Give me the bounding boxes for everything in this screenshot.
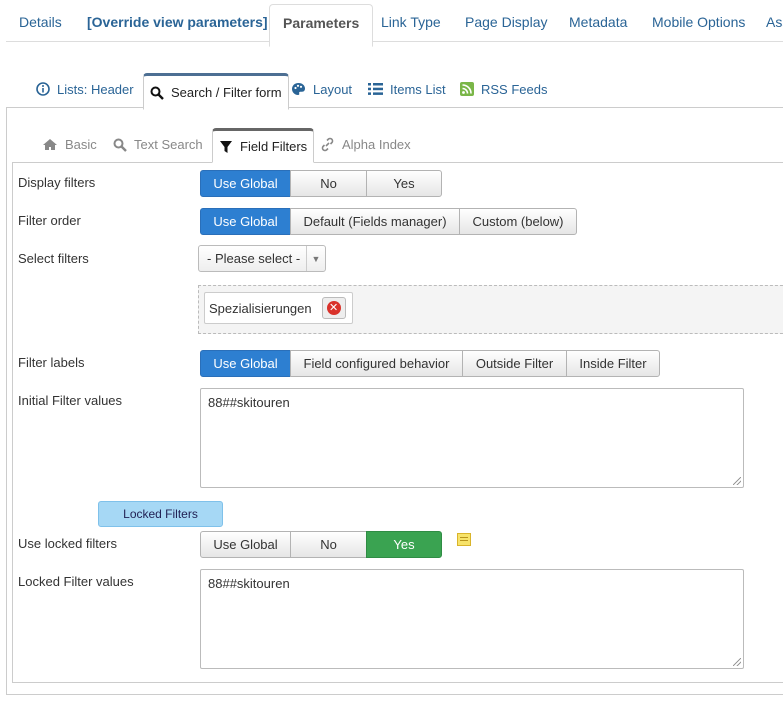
filter-sub-tab-bar: Basic Text Search Field Filters Alpha In… <box>12 128 783 163</box>
display-filters-no-button[interactable]: No <box>290 170 367 197</box>
main-tab-bar: Details [Override view parameters] Param… <box>6 0 783 47</box>
initial-filter-values-text: 88##skitouren <box>208 395 290 410</box>
tab-text-search[interactable]: Text Search <box>113 128 203 161</box>
selected-filter-chip-label: Spezialisierungen <box>209 300 312 316</box>
resize-grip-icon[interactable] <box>733 477 741 485</box>
use-locked-filters-yes-button[interactable]: Yes <box>366 531 442 558</box>
locked-filter-values-textarea[interactable]: 88##skitouren <box>200 569 744 669</box>
display-filters-label: Display filters <box>18 175 96 190</box>
tab-lists-header[interactable]: Lists: Header <box>36 72 134 106</box>
tab-basic[interactable]: Basic <box>42 128 97 161</box>
link-icon <box>321 137 334 152</box>
tab-layout[interactable]: Layout <box>291 72 352 106</box>
filter-order-use-global-button[interactable]: Use Global <box>200 208 291 235</box>
home-icon <box>43 139 57 150</box>
use-locked-filters-label: Use locked filters <box>18 536 117 551</box>
display-filters-use-global-button[interactable]: Use Global <box>200 170 291 197</box>
tab-basic-label: Basic <box>65 137 97 152</box>
remove-chip-button[interactable]: ✕ <box>321 297 346 319</box>
search-icon <box>150 86 164 100</box>
selected-filters-area: Spezialisierungen ✕ <box>198 285 783 334</box>
note-icon[interactable] <box>457 533 471 546</box>
chevron-down-icon: ▼ <box>306 246 325 271</box>
use-locked-filters-toggle: Use Global No Yes <box>200 531 442 558</box>
select-filters-label: Select filters <box>18 251 89 266</box>
tab-override-view-parameters[interactable]: [Override view parameters] <box>87 0 268 40</box>
filter-labels-field-configured-button[interactable]: Field configured behavior <box>290 350 463 377</box>
rss-icon <box>460 82 474 96</box>
tab-mobile-options[interactable]: Mobile Options <box>652 0 745 40</box>
filter-order-toggle: Use Global Default (Fields manager) Cust… <box>200 208 577 235</box>
filter-labels-label: Filter labels <box>18 355 85 370</box>
tab-search-filter-form[interactable]: Search / Filter form <box>143 73 289 110</box>
tab-search-filter-form-label: Search / Filter form <box>171 85 282 100</box>
selected-filter-chip: Spezialisierungen ✕ <box>204 292 353 324</box>
filter-icon <box>220 140 232 153</box>
filter-labels-use-global-button[interactable]: Use Global <box>200 350 291 377</box>
tab-rss-feeds[interactable]: RSS Feeds <box>460 72 547 106</box>
tab-metadata[interactable]: Metadata <box>569 0 627 40</box>
tab-alpha-index[interactable]: Alpha Index <box>320 128 411 161</box>
palette-icon <box>292 83 305 95</box>
locked-filter-values-text: 88##skitouren <box>208 576 290 591</box>
display-filters-toggle: Use Global No Yes <box>200 170 442 197</box>
initial-filter-values-label: Initial Filter values <box>18 393 123 408</box>
display-filters-yes-button[interactable]: Yes <box>366 170 442 197</box>
tab-field-filters-label: Field Filters <box>240 139 308 154</box>
tab-rss-feeds-label: RSS Feeds <box>481 81 548 97</box>
tab-layout-label: Layout <box>313 81 353 97</box>
list-icon <box>368 83 383 95</box>
tab-alpha-index-label: Alpha Index <box>342 137 411 152</box>
locked-filter-values-label: Locked Filter values <box>18 574 134 589</box>
tab-details[interactable]: Details <box>19 0 62 40</box>
filter-labels-toggle: Use Global Field configured behavior Out… <box>200 350 660 377</box>
filter-order-label: Filter order <box>18 213 81 228</box>
resize-grip-icon[interactable] <box>733 658 741 666</box>
tab-page-display[interactable]: Page Display <box>465 0 548 40</box>
close-icon: ✕ <box>326 301 341 315</box>
tab-parameters[interactable]: Parameters <box>269 4 374 47</box>
select-filters-dropdown[interactable]: - Please select - ▼ <box>198 245 326 272</box>
tab-items-list[interactable]: Items List <box>368 72 446 106</box>
select-filters-placeholder: - Please select - <box>207 251 301 266</box>
tab-ass[interactable]: Ass <box>766 0 783 40</box>
filter-order-default-button[interactable]: Default (Fields manager) <box>290 208 460 235</box>
search-icon <box>113 138 127 152</box>
use-locked-filters-use-global-button[interactable]: Use Global <box>200 531 291 558</box>
tab-field-filters[interactable]: Field Filters <box>212 128 315 163</box>
info-circle-icon <box>36 82 50 96</box>
parameters-sub-tab-bar: Lists: Header Search / Filter form Layou… <box>6 72 783 110</box>
filter-labels-outside-button[interactable]: Outside Filter <box>462 350 567 377</box>
tab-items-list-label: Items List <box>390 81 446 97</box>
initial-filter-values-textarea[interactable]: 88##skitouren <box>200 388 744 488</box>
use-locked-filters-no-button[interactable]: No <box>290 531 367 558</box>
filter-order-custom-button[interactable]: Custom (below) <box>459 208 577 235</box>
tab-link-type[interactable]: Link Type <box>381 0 441 40</box>
tab-text-search-label: Text Search <box>134 137 203 152</box>
tab-lists-header-label: Lists: Header <box>57 81 134 97</box>
locked-filters-header: Locked Filters <box>98 501 223 527</box>
filter-labels-inside-button[interactable]: Inside Filter <box>566 350 660 377</box>
